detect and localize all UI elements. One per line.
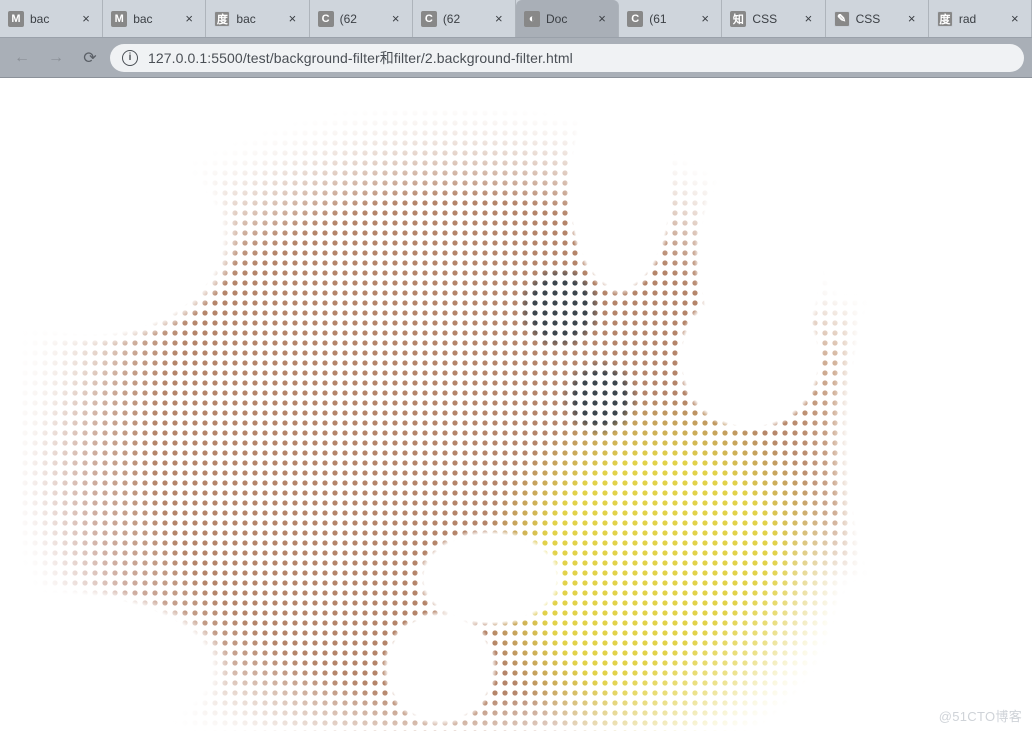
browser-tab[interactable]: C (62 × [413, 0, 516, 37]
browser-tab[interactable]: 度 rad × [929, 0, 1032, 37]
favicon-icon: C [421, 11, 437, 27]
arrow-right-icon: → [48, 49, 64, 67]
tab-title: CSS [752, 12, 798, 26]
tab-title: bac [133, 12, 179, 26]
tab-title: (62 [340, 12, 386, 26]
close-icon[interactable]: × [289, 12, 301, 25]
close-icon[interactable]: × [495, 12, 507, 25]
tab-title: CSS [856, 12, 902, 26]
close-icon[interactable]: × [185, 12, 197, 25]
browser-tab[interactable]: Mbac × [0, 0, 103, 37]
browser-tab[interactable]: 知 CSS × [722, 0, 825, 37]
favicon-icon: M [111, 11, 127, 27]
back-button[interactable]: ← [8, 44, 36, 72]
tab-title: Doc [546, 12, 592, 26]
close-icon[interactable]: × [908, 12, 920, 25]
tab-title: rad [959, 12, 1005, 26]
forward-button[interactable]: → [42, 44, 70, 72]
favicon-icon: 度 [214, 11, 230, 27]
close-icon[interactable]: × [598, 12, 610, 25]
url-field[interactable]: i 127.0.0.1:5500/test/background-filter和… [110, 44, 1024, 72]
arrow-left-icon: ← [14, 49, 30, 67]
tab-title: bac [236, 12, 282, 26]
site-info-icon[interactable]: i [122, 50, 138, 66]
close-icon[interactable]: × [805, 12, 817, 25]
favicon-icon: M [8, 11, 24, 27]
favicon-icon: ◐ [524, 11, 540, 27]
watermark-text: @51CTO博客 [939, 706, 1022, 725]
browser-tab[interactable]: 度 bac × [206, 0, 309, 37]
favicon-icon: ✎ [834, 11, 850, 27]
favicon-icon: 知 [730, 11, 746, 27]
favicon-icon: C [318, 11, 334, 27]
close-icon[interactable]: × [82, 12, 94, 25]
browser-tab[interactable]: C (62 × [310, 0, 413, 37]
close-icon[interactable]: × [1011, 12, 1023, 25]
tab-title: bac [30, 12, 76, 26]
browser-tab[interactable]: Mbac × [103, 0, 206, 37]
browser-tab[interactable]: C (61 × [619, 0, 722, 37]
tab-title: (62 [443, 12, 489, 26]
reload-icon: ⟳ [83, 48, 96, 68]
close-icon[interactable]: × [392, 12, 404, 25]
url-text: 127.0.0.1:5500/test/background-filter和fi… [148, 48, 573, 68]
reload-button[interactable]: ⟳ [76, 44, 104, 72]
address-bar: ← → ⟳ i 127.0.0.1:5500/test/background-f… [0, 38, 1032, 78]
page-viewport: @51CTO博客 [0, 78, 1032, 731]
tab-title: (61 [649, 12, 695, 26]
browser-tab[interactable]: ◐ Doc × [516, 0, 619, 37]
halftone-image [20, 108, 1000, 731]
tab-strip: Mbac × Mbac × 度 bac × C (62 × C (62 × ◐ Doc × C (61 × 知 CSS ×… [0, 0, 1032, 38]
favicon-icon: C [627, 11, 643, 27]
close-icon[interactable]: × [701, 12, 713, 25]
favicon-icon: 度 [937, 11, 953, 27]
browser-tab[interactable]: ✎ CSS × [826, 0, 929, 37]
